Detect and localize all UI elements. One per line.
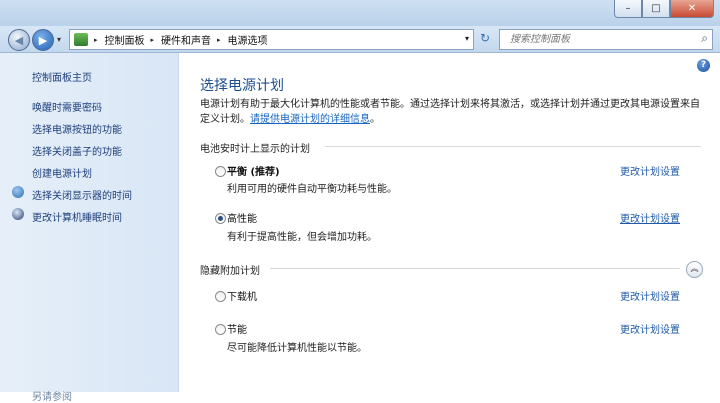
maximize-button[interactable]: □ [642, 0, 670, 18]
plan-power-saver-radio[interactable] [215, 324, 226, 335]
plan-balanced-name[interactable]: 平衡 (推荐) [227, 163, 280, 178]
chevron-right-icon[interactable]: ▸ [94, 36, 98, 44]
breadcrumb-power-options[interactable]: 电源选项 [228, 32, 268, 47]
close-button[interactable]: ✕ [670, 0, 714, 18]
main-content: ? 选择电源计划 电源计划有助于最大化计算机的性能或者节能。通过选择计划来将其激… [179, 53, 720, 392]
plan-download-name[interactable]: 下载机 [227, 288, 257, 303]
chevron-right-icon[interactable]: ▸ [217, 36, 221, 44]
hidden-plans-heading: 隐藏附加计划 [200, 266, 260, 277]
collapse-chevron-up-icon[interactable]: ︽ [686, 261, 703, 278]
minimize-button[interactable]: – [614, 0, 642, 18]
battery-plans-heading: 电池安时计上显示的计划 [200, 144, 310, 155]
page-description: 电源计划有助于最大化计算机的性能或者节能。通过选择计划来将其激活，或选择计划并通… [200, 97, 705, 127]
sidebar-item-close-lid[interactable]: 选择关闭盖子的功能 [32, 143, 122, 158]
address-bar[interactable]: ▸ 控制面板 ▸ 硬件和声音 ▸ 电源选项 ▾ [69, 29, 474, 50]
divider [270, 268, 680, 269]
change-high-performance-settings-link[interactable]: 更改计划设置 [620, 210, 680, 225]
plan-power-saver-desc: 尽可能降低计算机性能以节能。 [227, 343, 367, 354]
search-box[interactable]: ⌕ [499, 29, 713, 50]
control-panel-icon [74, 33, 88, 46]
divider [325, 146, 701, 147]
sidebar-home-link[interactable]: 控制面板主页 [32, 69, 92, 84]
address-dropdown-icon[interactable]: ▾ [465, 34, 469, 43]
plan-power-saver-name[interactable]: 节能 [227, 321, 247, 336]
plan-balanced-radio[interactable] [215, 166, 226, 177]
plan-high-performance-name[interactable]: 高性能 [227, 210, 257, 225]
sidebar-item-sleep[interactable]: 更改计算机睡眠时间 [32, 209, 122, 224]
moon-icon [12, 208, 24, 220]
sidebar-item-create-plan[interactable]: 创建电源计划 [32, 165, 92, 180]
display-icon [12, 186, 24, 198]
plan-details-link[interactable]: 请提供电源计划的详细信息 [250, 114, 370, 125]
recent-pages-dropdown[interactable]: ▾ [57, 35, 61, 44]
sidebar-item-wake-password[interactable]: 唤醒时需要密码 [32, 99, 102, 114]
plan-download-radio[interactable] [215, 291, 226, 302]
help-icon[interactable]: ? [697, 59, 710, 72]
page-title: 选择电源计划 [200, 78, 284, 94]
back-button[interactable]: ◀ [8, 29, 30, 51]
breadcrumb-hardware-sound[interactable]: 硬件和声音 [161, 32, 211, 47]
search-input[interactable] [500, 30, 692, 49]
sidebar: 控制面板主页 唤醒时需要密码 选择电源按钮的功能 选择关闭盖子的功能 创建电源计… [0, 53, 179, 403]
plan-balanced-desc: 利用可用的硬件自动平衡功耗与性能。 [227, 184, 397, 195]
plan-high-performance-radio[interactable] [215, 213, 226, 224]
sidebar-item-power-button[interactable]: 选择电源按钮的功能 [32, 121, 122, 136]
navigation-bar: ◀ ▶ ▾ ▸ 控制面板 ▸ 硬件和声音 ▸ 电源选项 ▾ ↻ ⌕ [0, 26, 720, 53]
plan-high-performance-desc: 有利于提高性能，但会增加功耗。 [227, 232, 377, 243]
search-icon[interactable]: ⌕ [701, 31, 708, 46]
chevron-right-icon[interactable]: ▸ [151, 36, 155, 44]
forward-button[interactable]: ▶ [32, 29, 54, 51]
breadcrumb-control-panel[interactable]: 控制面板 [105, 32, 145, 47]
change-download-settings-link[interactable]: 更改计划设置 [620, 288, 680, 303]
sidebar-item-display-off[interactable]: 选择关闭显示器的时间 [32, 187, 132, 202]
window-controls: – □ ✕ [614, 0, 714, 18]
change-balanced-settings-link[interactable]: 更改计划设置 [620, 163, 680, 178]
title-bar: – □ ✕ [0, 0, 720, 26]
refresh-button[interactable]: ↻ [476, 31, 494, 47]
change-power-saver-settings-link[interactable]: 更改计划设置 [620, 321, 680, 336]
breadcrumb: ▸ 控制面板 ▸ 硬件和声音 ▸ 电源选项 [88, 32, 268, 48]
description-end: 。 [370, 114, 380, 125]
see-also-heading: 另请参阅 [32, 392, 72, 403]
